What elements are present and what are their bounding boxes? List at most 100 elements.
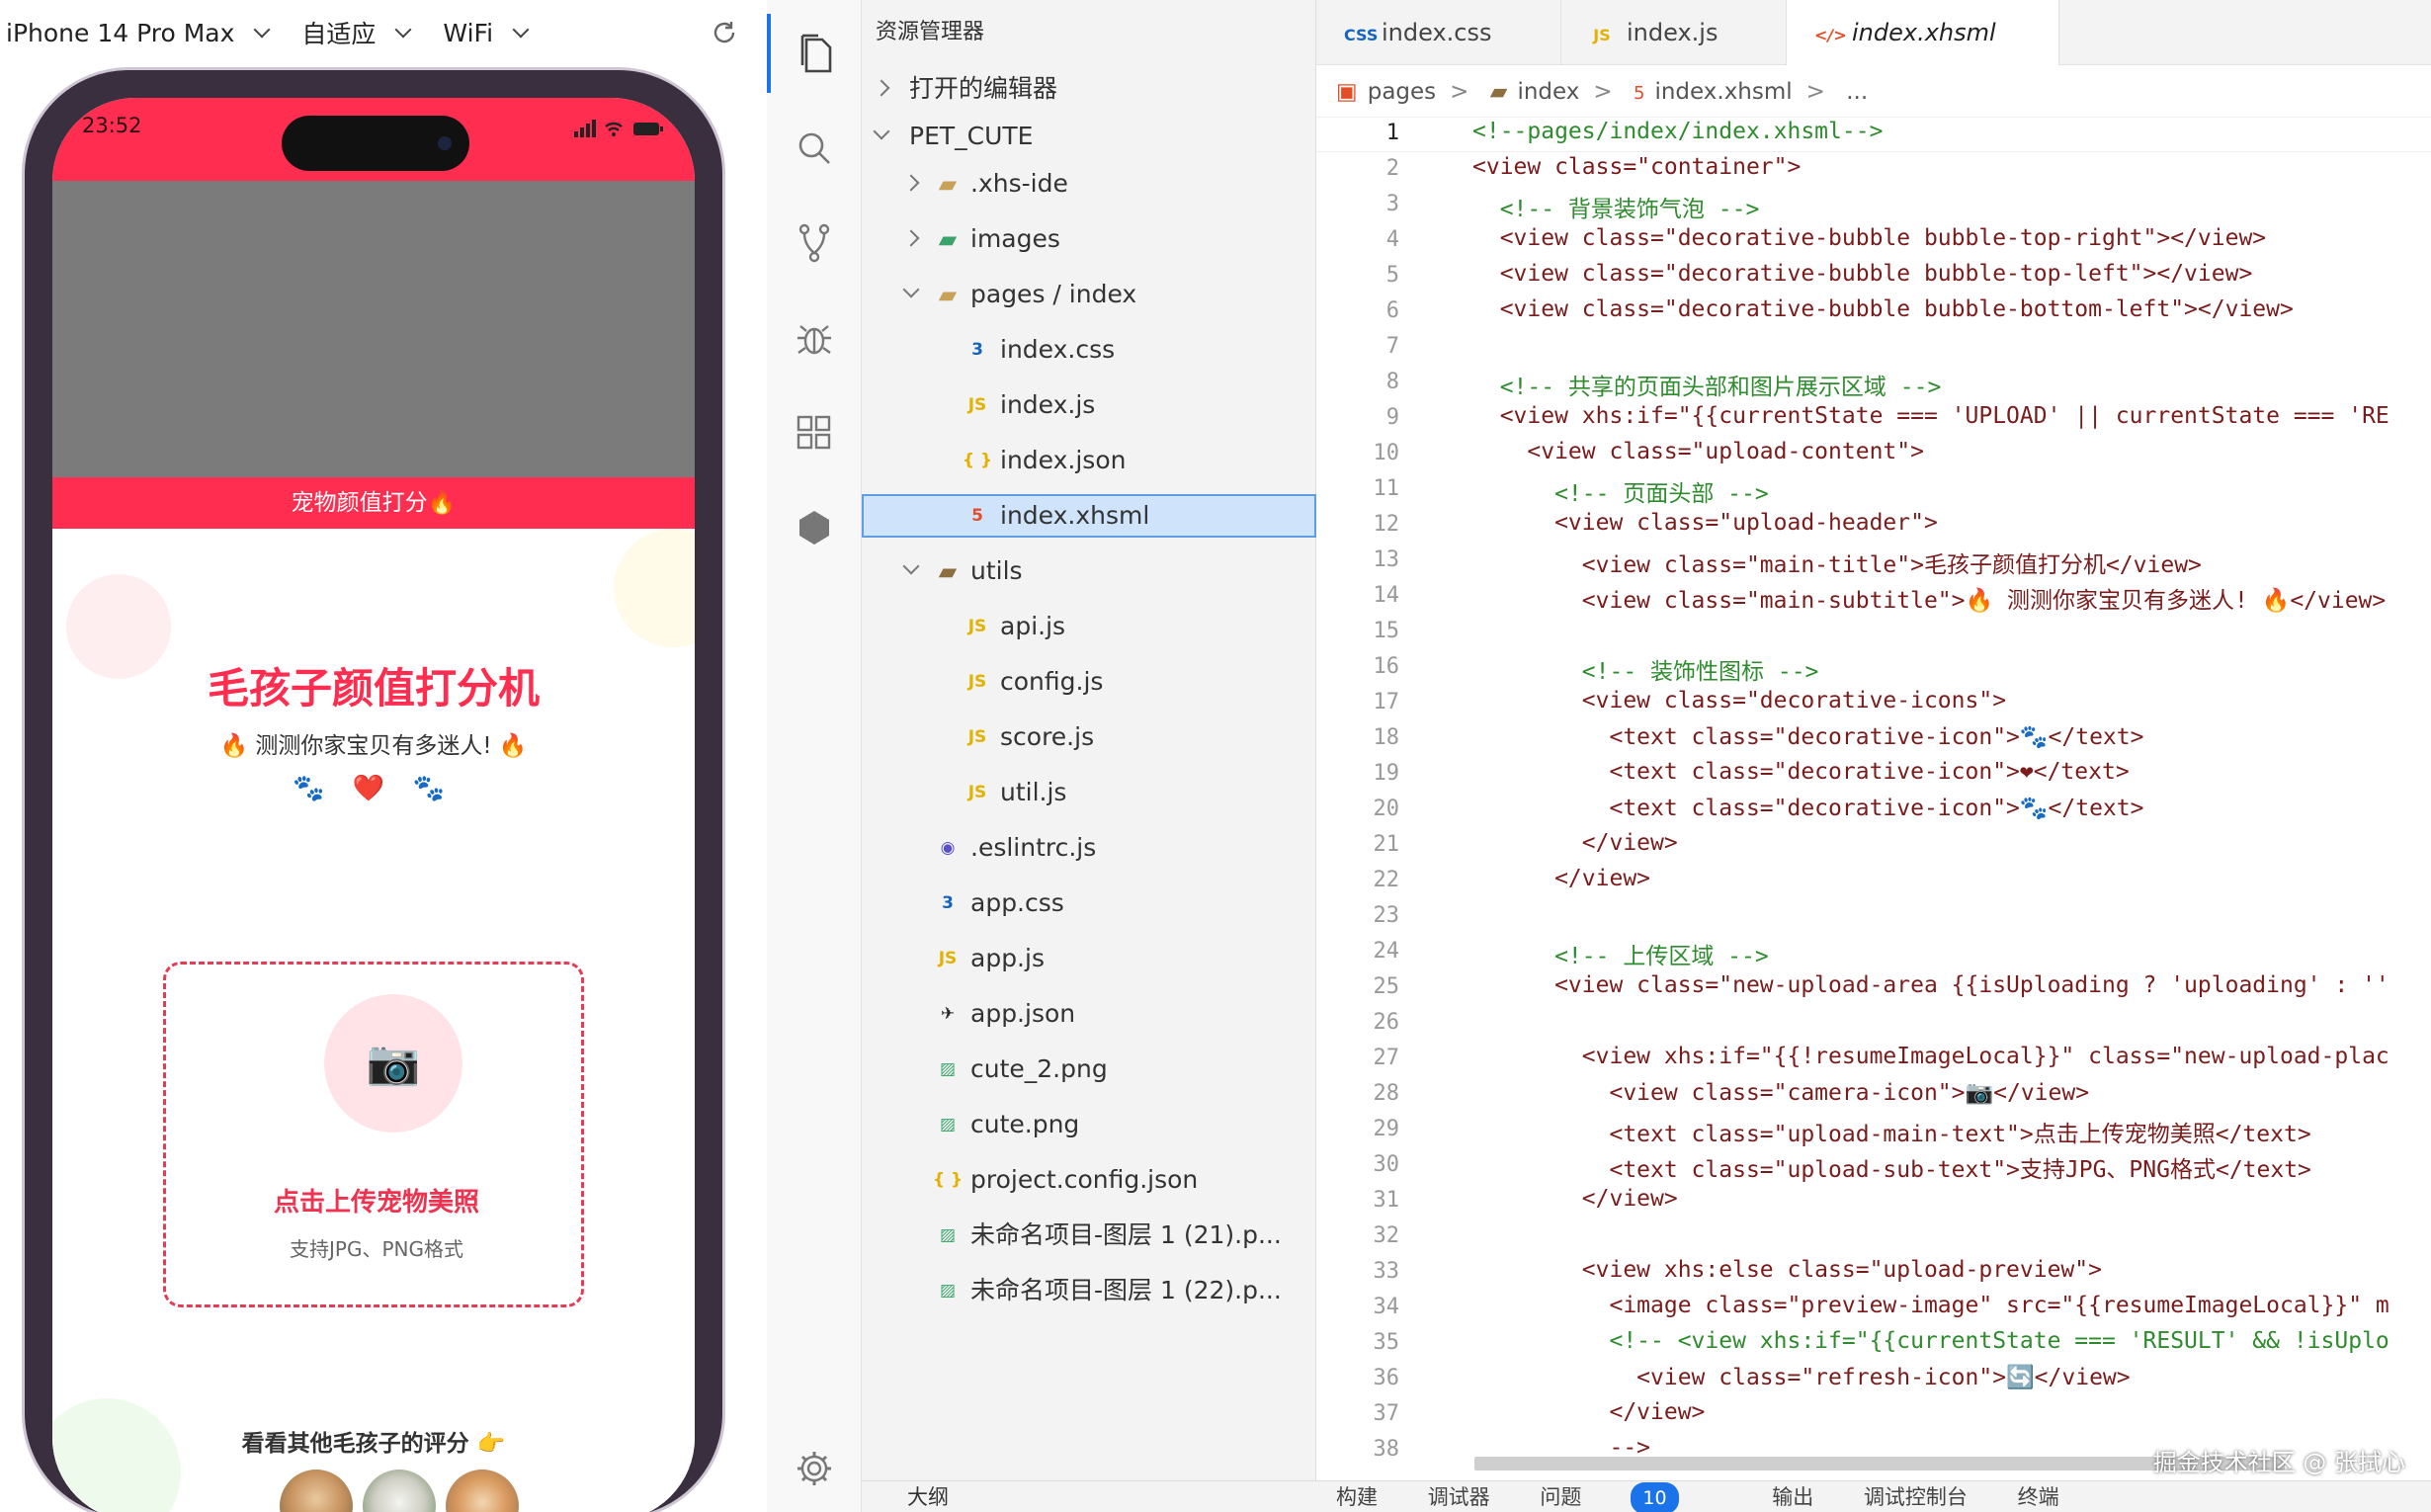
decorative-icons: 🐾 ❤️ 🐾 bbox=[293, 774, 455, 803]
panel-tab-debug-console[interactable]: 调试控制台 bbox=[1864, 1485, 1968, 1509]
line-number: 22 bbox=[1373, 868, 1400, 892]
code-area[interactable]: <!--pages/index/index.xhsml--> <view clas… bbox=[1472, 117, 2431, 1480]
tree-item-index-xhsml[interactable]: 5 index.xhsml bbox=[862, 494, 1316, 538]
debug-icon[interactable] bbox=[767, 298, 862, 378]
code-line: <text class="upload-main-text">点击上传宠物美照<… bbox=[1472, 1122, 2311, 1147]
image-icon: ▨ bbox=[939, 1225, 957, 1245]
code-line: </view> bbox=[1472, 830, 1678, 856]
search-icon[interactable] bbox=[767, 109, 862, 188]
tree-item-label: 未命名项目-图层 1 (21).p... bbox=[970, 1220, 1282, 1249]
tree-item-score-js[interactable]: JS score.js bbox=[862, 715, 1316, 759]
tab-index-js[interactable]: JS index.js bbox=[1561, 0, 1787, 65]
tree-item-util-js[interactable]: JS util.js bbox=[862, 771, 1316, 814]
js-icon: JS bbox=[967, 783, 987, 802]
folder-utils-icon: ▰ bbox=[938, 557, 958, 585]
line-number: 28 bbox=[1373, 1081, 1400, 1106]
upload-area[interactable]: 📷 点击上传宠物美照 支持JPG、PNG格式 bbox=[163, 962, 584, 1307]
tree-item-xhs-ide[interactable]: ▰ .xhs-ide bbox=[862, 162, 1316, 206]
tree-item-index-json[interactable]: { } index.json bbox=[862, 439, 1316, 482]
tree-item-1-21-p[interactable]: ▨ 未命名项目-图层 1 (21).p... bbox=[862, 1214, 1316, 1257]
chevron-down-icon bbox=[253, 21, 271, 39]
main-title: 毛孩子颜值打分机 bbox=[207, 664, 540, 713]
tree-item-images[interactable]: ▰ images bbox=[862, 217, 1316, 261]
line-number: 4 bbox=[1385, 227, 1399, 252]
outline-section[interactable]: 大纲 bbox=[862, 1481, 949, 1512]
scale-select[interactable]: 自适应 bbox=[301, 15, 412, 50]
line-number: 16 bbox=[1373, 654, 1400, 679]
line-number: 8 bbox=[1385, 370, 1399, 394]
code-line: <image class="preview-image" src="{{resu… bbox=[1472, 1293, 2389, 1318]
folder-images-icon: ▰ bbox=[938, 225, 958, 253]
tree-item-pages-index[interactable]: ▰ pages / index bbox=[862, 273, 1316, 316]
tree-item-app-json[interactable]: ✈ app.json bbox=[862, 992, 1316, 1036]
panel-tab-terminal[interactable]: 终端 bbox=[2018, 1485, 2059, 1509]
explorer-files-icon[interactable] bbox=[767, 14, 862, 93]
chevron-down-icon bbox=[902, 557, 920, 575]
code-line: <view class="decorative-icons"> bbox=[1472, 688, 2007, 714]
line-number: 13 bbox=[1373, 547, 1400, 572]
code-line: <view class="main-title">毛孩子颜值打分机</view> bbox=[1472, 552, 2202, 578]
refresh-icon[interactable] bbox=[710, 18, 739, 53]
code-line: <view class="upload-header"> bbox=[1472, 510, 1938, 536]
breadcrumb-item[interactable]: pages bbox=[1368, 79, 1436, 105]
panel-tab-output[interactable]: 输出 bbox=[1772, 1485, 1813, 1509]
project-root[interactable]: PET_CUTE bbox=[862, 115, 1316, 158]
problems-count-badge: 10 bbox=[1631, 1482, 1679, 1512]
avatar-cat-white[interactable] bbox=[363, 1470, 436, 1512]
tree-item-label: app.js bbox=[970, 944, 1045, 972]
tree-item-index-js[interactable]: JS index.js bbox=[862, 383, 1316, 427]
tree-item-cute-2-png[interactable]: ▨ cute_2.png bbox=[862, 1048, 1316, 1091]
navigation-title: 宠物颜值打分🔥 bbox=[52, 477, 695, 529]
panel-tab-problems[interactable]: 问题 10 bbox=[1540, 1482, 1721, 1512]
signal-wifi-battery-icon bbox=[574, 118, 665, 144]
line-number: 27 bbox=[1373, 1046, 1400, 1070]
avatar-dog[interactable] bbox=[280, 1470, 353, 1512]
js-file-icon: JS bbox=[1593, 26, 1611, 44]
device-select[interactable]: iPhone 14 Pro Max bbox=[6, 19, 271, 47]
tree-item-label: index.css bbox=[1000, 335, 1116, 364]
breadcrumb-item[interactable]: index.xhsml bbox=[1654, 79, 1792, 105]
code-line: <text class="decorative-icon">🐾</text> bbox=[1472, 724, 2144, 750]
line-number: 33 bbox=[1373, 1259, 1400, 1284]
tree-item-eslintrc-js[interactable]: ◉ .eslintrc.js bbox=[862, 826, 1316, 870]
extensions-icon[interactable] bbox=[767, 393, 862, 472]
panel-tab-build[interactable]: 构建 bbox=[1336, 1485, 1378, 1509]
tree-item-index-css[interactable]: 3 index.css bbox=[862, 328, 1316, 372]
plugin-hexagon-icon[interactable] bbox=[767, 488, 862, 567]
html-file-icon: </> bbox=[1814, 26, 1847, 44]
js-icon: JS bbox=[967, 672, 987, 692]
tab-index-css[interactable]: CSS index.css bbox=[1316, 0, 1561, 65]
source-control-icon[interactable] bbox=[767, 204, 862, 283]
code-line: <text class="decorative-icon">🐾</text> bbox=[1472, 796, 2144, 821]
folder-icon: ▰ bbox=[938, 170, 958, 198]
tree-item-label: score.js bbox=[1000, 722, 1095, 751]
tree-item-project-config-json[interactable]: { } project.config.json bbox=[862, 1158, 1316, 1202]
breadcrumb-item[interactable]: index bbox=[1517, 79, 1579, 105]
breadcrumb-item[interactable]: ... bbox=[1846, 79, 1868, 105]
html-icon: 5 bbox=[971, 506, 983, 526]
open-editors-section[interactable]: 打开的编辑器 bbox=[862, 67, 1316, 111]
avatar-cat-orange[interactable] bbox=[446, 1470, 519, 1512]
tree-item-app-css[interactable]: 3 app.css bbox=[862, 882, 1316, 925]
main-subtitle: 🔥 测测你家宝贝有多迷人! 🔥 bbox=[219, 733, 528, 759]
line-number: 35 bbox=[1373, 1330, 1400, 1355]
panel-tab-debugger[interactable]: 调试器 bbox=[1428, 1485, 1490, 1509]
tree-item-api-js[interactable]: JS api.js bbox=[862, 605, 1316, 648]
tree-item-1-22-p[interactable]: ▨ 未命名项目-图层 1 (22).p... bbox=[862, 1269, 1316, 1312]
tree-item-utils[interactable]: ▰ utils bbox=[862, 549, 1316, 593]
css-icon: 3 bbox=[942, 893, 954, 913]
tree-item-config-js[interactable]: JS config.js bbox=[862, 660, 1316, 704]
code-line: </view> bbox=[1472, 866, 1651, 891]
activity-bar bbox=[767, 0, 862, 1512]
image-icon: ▨ bbox=[939, 1281, 957, 1301]
line-number: 3 bbox=[1385, 192, 1399, 216]
tree-item-app-js[interactable]: JS app.js bbox=[862, 937, 1316, 980]
line-number: 32 bbox=[1373, 1223, 1400, 1248]
tree-item-cute-png[interactable]: ▨ cute.png bbox=[862, 1103, 1316, 1146]
network-select[interactable]: WiFi bbox=[443, 19, 530, 47]
tab-index-xhsml[interactable]: </> index.xhsml bbox=[1787, 0, 2059, 65]
settings-gear-icon[interactable] bbox=[767, 1429, 862, 1508]
line-number: 12 bbox=[1373, 512, 1400, 537]
tree-item-label: index.js bbox=[1000, 390, 1096, 419]
code-line: <!-- 背景装饰气泡 --> bbox=[1472, 197, 1760, 222]
